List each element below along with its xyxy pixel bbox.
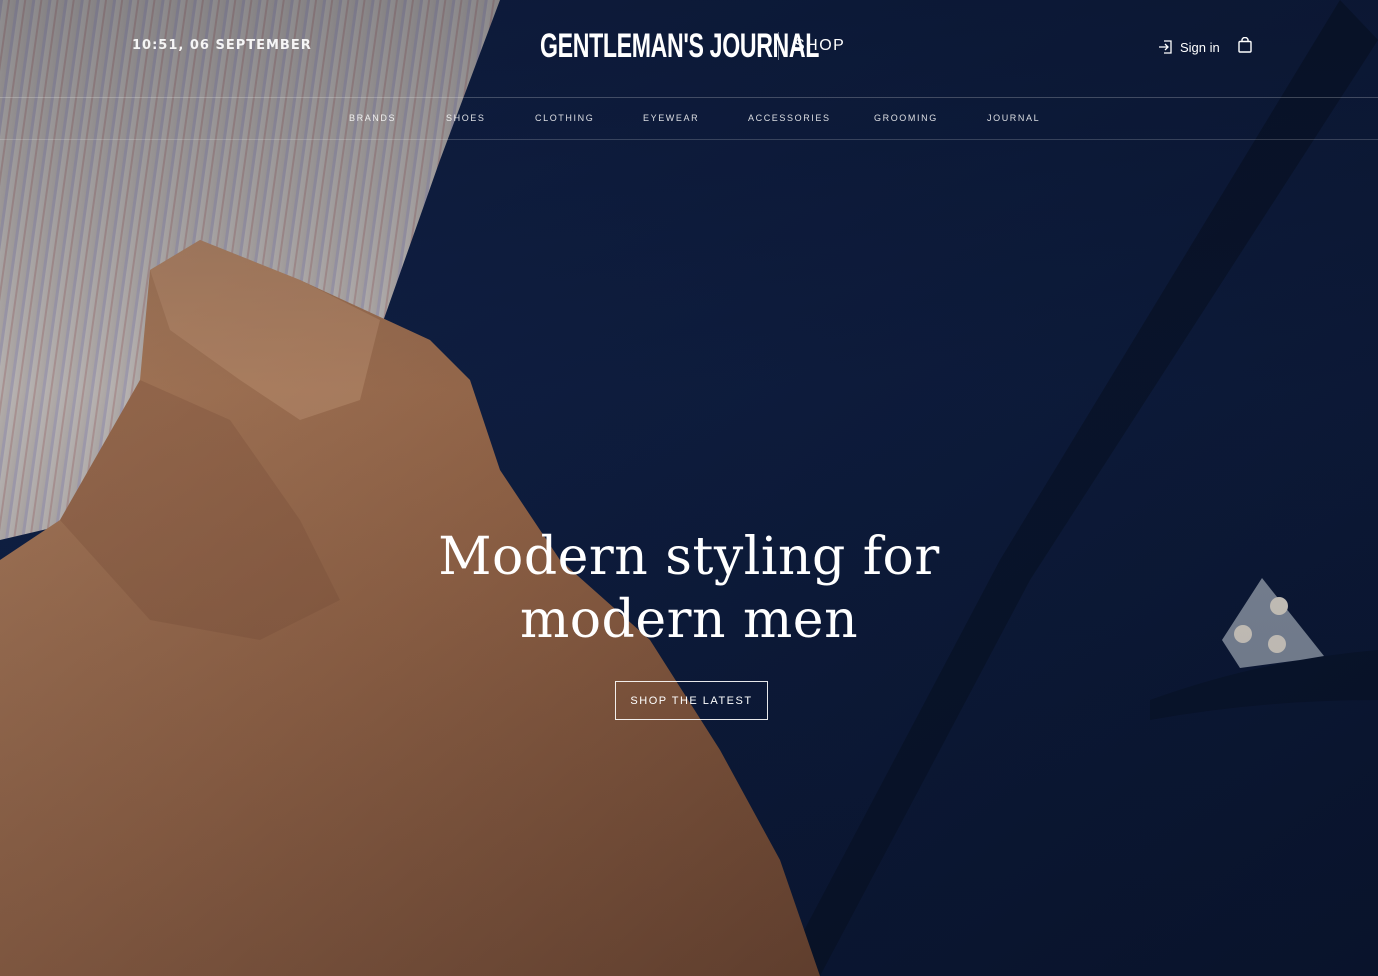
nav-item-journal[interactable]: JOURNAL	[987, 113, 1040, 123]
hero-headline-line-2: modern men	[519, 590, 859, 650]
current-datetime: 10:51, 06 SEPTEMBER	[132, 38, 312, 53]
nav-item-grooming[interactable]: GROOMING	[874, 113, 938, 123]
hero-headline-line-1: Modern styling for	[438, 527, 940, 587]
sign-in-link[interactable]: Sign in	[1158, 38, 1220, 56]
hero-overlay	[0, 0, 1378, 976]
shop-the-latest-button[interactable]: SHOP THE LATEST	[615, 681, 768, 720]
main-navigation: BRANDS SHOES CLOTHING EYEWEAR ACCESSORIE…	[0, 98, 1378, 140]
section-label-shop[interactable]: SHOP	[794, 37, 845, 55]
shopping-bag-icon[interactable]	[1238, 37, 1252, 53]
nav-item-eyewear[interactable]: EYEWEAR	[643, 113, 699, 123]
sign-in-label: Sign in	[1180, 39, 1220, 55]
nav-item-brands[interactable]: BRANDS	[349, 113, 396, 123]
nav-item-accessories[interactable]: ACCESSORIES	[748, 113, 831, 123]
logo-divider	[778, 32, 779, 60]
site-header: 10:51, 06 SEPTEMBER GENTLEMAN'S JOURNAL …	[0, 0, 1378, 98]
nav-item-clothing[interactable]: CLOTHING	[535, 113, 594, 123]
nav-item-shoes[interactable]: SHOES	[446, 113, 486, 123]
hero-headline: Modern styling for modern men	[389, 526, 989, 652]
sign-in-icon	[1159, 40, 1172, 54]
